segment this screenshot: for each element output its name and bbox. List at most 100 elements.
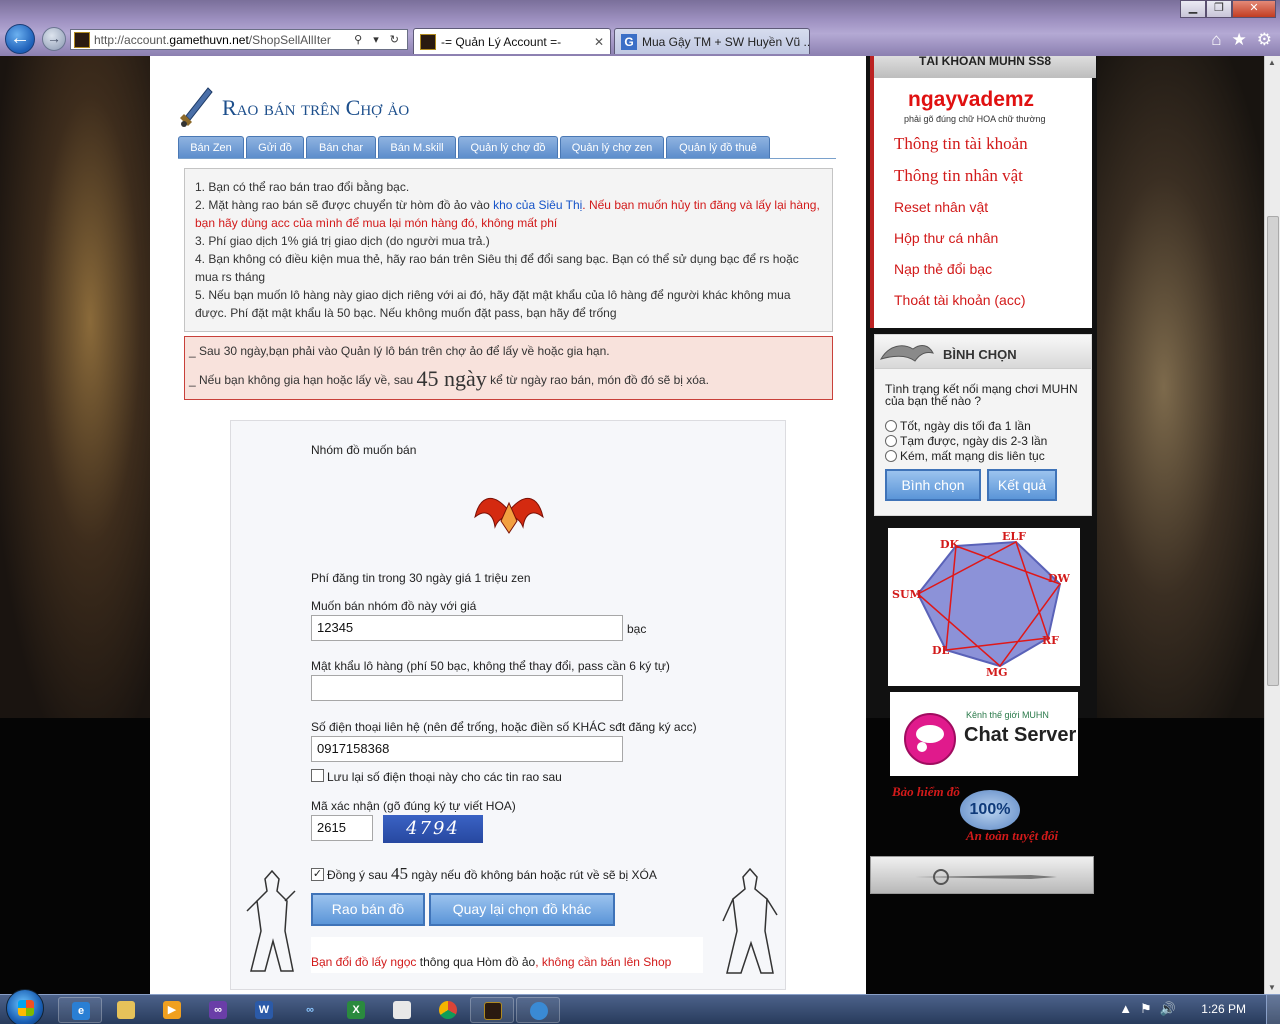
insurance-banner: Bảo hiểm đồ 100% An toàn tuyệt đối xyxy=(890,784,1080,854)
close-window-icon[interactable]: ✕ xyxy=(1232,0,1276,18)
submit-sell-button[interactable]: Rao bán đồ xyxy=(311,893,425,926)
insurance-bottom-text: An toàn tuyệt đối xyxy=(966,828,1059,843)
scrollbar-thumb[interactable] xyxy=(1267,216,1279,686)
username: ngayvademz xyxy=(908,88,1035,111)
scroll-up-icon[interactable]: ▲ xyxy=(1268,58,1276,67)
g-favicon-icon: G xyxy=(621,33,637,50)
captcha-image: 4794 xyxy=(383,815,483,843)
folder-icon xyxy=(117,1001,135,1019)
sword-ornament-icon xyxy=(915,869,1057,885)
address-bar[interactable]: http://account.gamethuvn.net/ShopSellAll… xyxy=(70,29,408,50)
browser-toolbar-icons: ⌂ ★ ⚙ xyxy=(1211,30,1272,50)
browser-chrome: ← → http://account.gamethuvn.net/ShopSel… xyxy=(0,0,1280,56)
link-reset-character[interactable]: Reset nhân vật xyxy=(894,199,988,215)
password-input[interactable] xyxy=(311,675,623,701)
radio-button[interactable] xyxy=(885,450,897,462)
tab-ban-char[interactable]: Bán char xyxy=(306,136,376,158)
link-character-info[interactable]: Thông tin nhân vật xyxy=(894,166,1023,186)
home-icon[interactable]: ⌂ xyxy=(1211,30,1221,50)
link-logout[interactable]: Thoát tài khoản (acc) xyxy=(894,292,1026,308)
taskbar-game[interactable] xyxy=(470,997,514,1023)
poll-option[interactable]: Tạm được, ngày dis 2-3 lần xyxy=(885,434,1047,448)
restore-icon[interactable]: ❐ xyxy=(1206,0,1232,18)
close-tab-icon[interactable]: ✕ xyxy=(594,35,604,49)
link-account-info[interactable]: Thông tin tài khoản xyxy=(894,134,1028,154)
main-content: Rao bán trên Chợ ảo Bán Zen Gửi đồ Bán c… xyxy=(150,56,866,994)
settings-gear-icon[interactable]: ⚙ xyxy=(1257,30,1272,50)
class-relation-diagram[interactable]: DK ELF DW RF MG DL SUM xyxy=(888,528,1080,686)
info-line: 1. Bạn có thể rao bán trao đổi bằng bạc. xyxy=(195,180,410,194)
tab-ban-mskill[interactable]: Bán M.skill xyxy=(378,136,456,158)
price-input[interactable]: 12345 xyxy=(311,615,623,641)
taskbar-word[interactable]: W xyxy=(242,997,286,1023)
info-line: 5. Nếu bạn muốn lô hàng này giao dịch ri… xyxy=(195,288,791,320)
game-icon xyxy=(484,1002,502,1020)
page-title: Rao bán trên Chợ ảo xyxy=(222,95,410,120)
warning-line: _ Sau 30 ngày,bạn phải vào Quản lý lô bá… xyxy=(189,344,610,358)
minimize-icon[interactable]: ▁ xyxy=(1180,0,1206,18)
class-label: ELF xyxy=(1002,530,1026,543)
browser-tab[interactable]: G Mua Gậy TM + SW Huyền Vũ ... xyxy=(614,28,810,54)
excel-icon: X xyxy=(347,1001,365,1019)
favorites-star-icon[interactable]: ★ xyxy=(1232,30,1247,50)
tray-expand-icon[interactable]: ▲ xyxy=(1119,1001,1132,1017)
taskbar-app[interactable] xyxy=(380,997,424,1023)
tab-quan-ly-cho-zen[interactable]: Quản lý chợ zen xyxy=(560,136,664,158)
chat-bubble-icon xyxy=(904,713,956,765)
agree-checkbox[interactable]: ✓ xyxy=(311,868,324,881)
word-icon: W xyxy=(255,1001,273,1019)
scroll-down-icon[interactable]: ▼ xyxy=(1268,983,1276,992)
class-label: DK xyxy=(940,538,960,551)
dragon-emblem-icon xyxy=(879,345,934,362)
network-flag-icon[interactable]: ⚑ xyxy=(1140,1001,1152,1017)
chat-subtitle: Kênh thế giới MUHN xyxy=(966,710,1049,720)
vote-button[interactable]: Bình chọn xyxy=(885,469,981,501)
sidebar: TÀI KHOẢN MUHN SS8 ngayvademz phải gõ đú… xyxy=(870,56,1096,994)
tab-quan-ly-do-thue[interactable]: Quản lý đồ thuê xyxy=(666,136,770,158)
taskbar-excel[interactable]: X xyxy=(334,997,378,1023)
back-choose-button[interactable]: Quay lại chọn đồ khác xyxy=(429,893,615,926)
poll-option[interactable]: Tốt, ngày dis tối đa 1 lần xyxy=(885,419,1031,433)
media-player-icon: ▶ xyxy=(163,1001,181,1019)
insurance-seal: 100% xyxy=(960,790,1020,830)
phone-input[interactable]: 0917158368 xyxy=(311,736,623,762)
clock[interactable]: 1:26 PM xyxy=(1201,1002,1246,1016)
url-text[interactable]: http://account.gamethuvn.net/ShopSellAll… xyxy=(94,33,354,47)
tab-ban-zen[interactable]: Bán Zen xyxy=(178,136,244,158)
tab-title: -= Quản Lý Account =- xyxy=(441,34,562,49)
class-label: MG xyxy=(986,666,1008,679)
start-button[interactable] xyxy=(6,989,44,1024)
taskbar-media-player[interactable]: ▶ xyxy=(150,997,194,1023)
show-desktop-button[interactable] xyxy=(1266,995,1280,1024)
radio-button[interactable] xyxy=(885,420,897,432)
taskbar-link[interactable]: ∞ xyxy=(288,997,332,1023)
class-label: SUM xyxy=(892,588,922,601)
chat-server-banner[interactable]: Kênh thế giới MUHN Chat Server xyxy=(890,692,1078,776)
taskbar-ie[interactable]: e xyxy=(58,997,102,1023)
address-tools-icons[interactable]: ⚲ ▾ ↻ xyxy=(354,33,407,46)
captcha-input[interactable]: 2615 xyxy=(311,815,373,841)
taskbar-chrome[interactable] xyxy=(426,997,470,1023)
tab-quan-ly-cho-do[interactable]: Quản lý chợ đồ xyxy=(458,136,558,158)
forward-arrow-icon[interactable]: → xyxy=(42,27,66,51)
save-phone-checkbox[interactable] xyxy=(311,769,324,782)
link-topup[interactable]: Nạp thẻ đổi bạc xyxy=(894,261,992,277)
result-button[interactable]: Kết quả xyxy=(987,469,1057,501)
taskbar-app-2[interactable] xyxy=(516,997,560,1023)
price-label: Muốn bán nhóm đồ này với giá xyxy=(311,599,477,613)
volume-icon[interactable]: 🔊 xyxy=(1160,1001,1176,1017)
warning-box: _ Sau 30 ngày,bạn phải vào Quản lý lô bá… xyxy=(184,336,833,400)
info-line: 2. Mặt hàng rao bán sẽ được chuyển từ hò… xyxy=(195,198,820,230)
taskbar-visual-studio[interactable]: ∞ xyxy=(196,997,240,1023)
radio-button[interactable] xyxy=(885,435,897,447)
tab-gui-do[interactable]: Gửi đồ xyxy=(246,136,304,158)
taskbar-explorer[interactable] xyxy=(104,997,148,1023)
vertical-scrollbar[interactable]: ▲ ▼ xyxy=(1264,56,1280,994)
browser-tab-active[interactable]: -= Quản Lý Account =- ✕ xyxy=(413,28,611,54)
back-arrow-icon[interactable]: ← xyxy=(5,24,35,54)
system-tray: ▲ ⚑ 🔊 xyxy=(1119,1001,1176,1017)
link-mailbox[interactable]: Hộp thư cá nhân xyxy=(894,230,998,246)
store-link[interactable]: kho của Siêu Thị xyxy=(493,198,582,212)
poll-option[interactable]: Kém, mất mạng dis liên tục xyxy=(885,449,1045,463)
poll-header: BÌNH CHỌN xyxy=(875,335,1091,369)
